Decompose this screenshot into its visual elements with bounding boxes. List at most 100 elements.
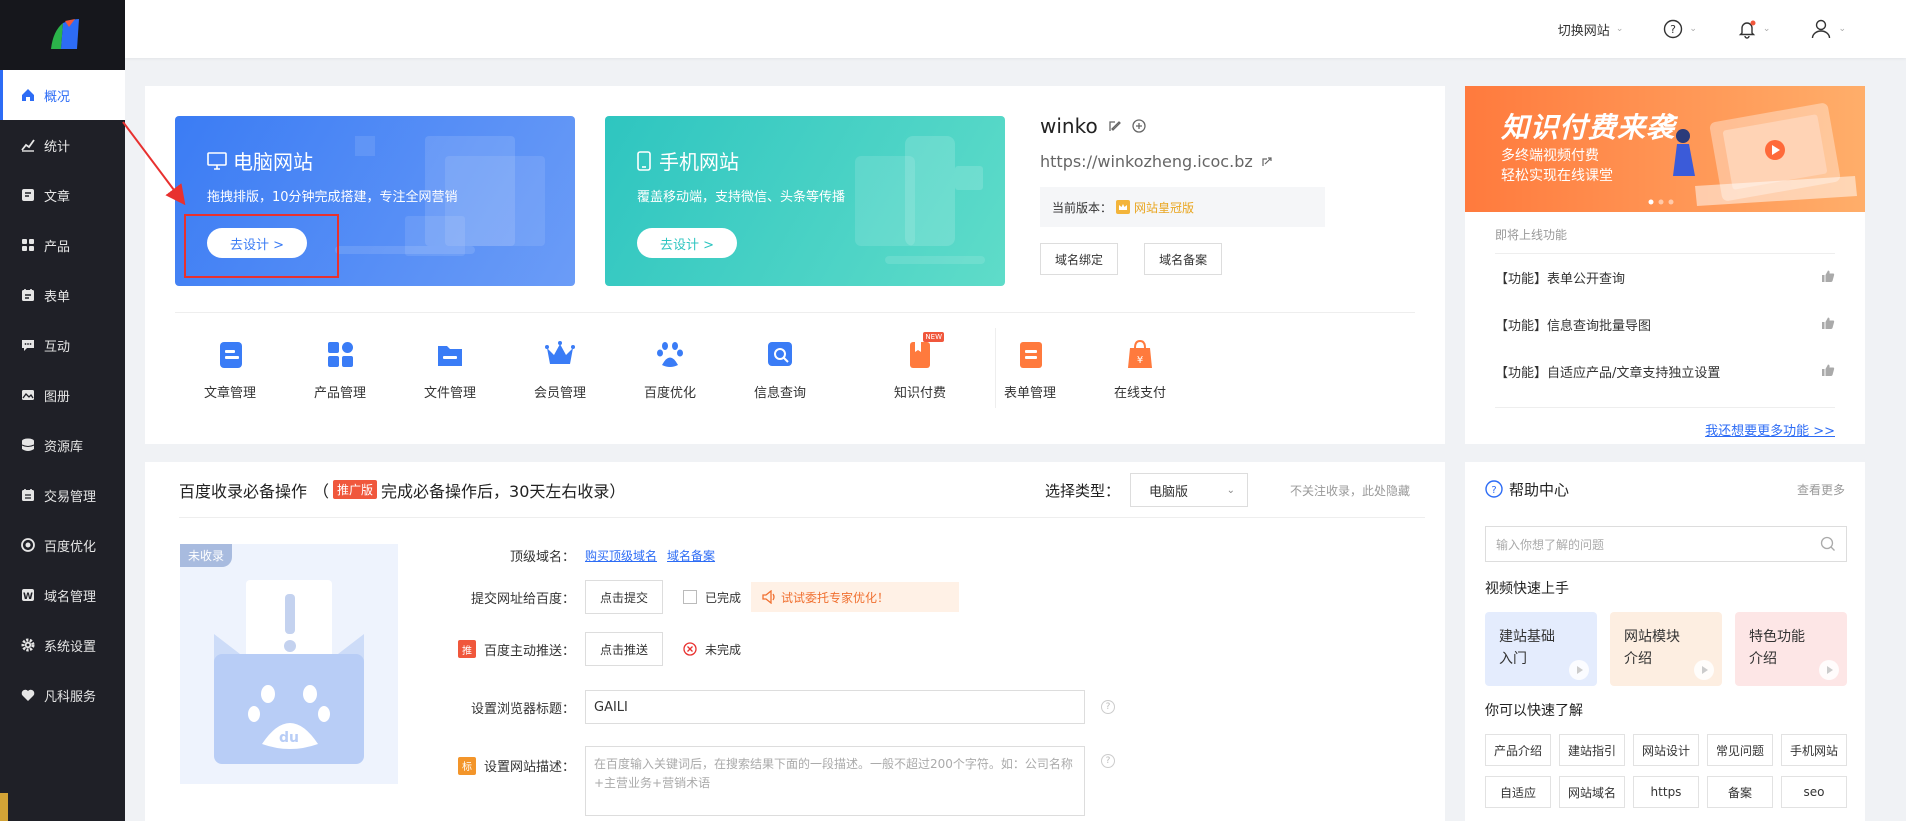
bell-icon — [1738, 20, 1756, 39]
help-search-input[interactable]: 输入你想了解的问题 — [1485, 526, 1847, 562]
play-icon — [1569, 660, 1589, 680]
version-label: 当前版本： — [1052, 200, 1113, 215]
search-icon[interactable] — [1820, 536, 1836, 552]
entrust-expert-banner[interactable]: 试试委托专家优化！ — [751, 582, 960, 612]
site-name: winko — [1040, 114, 1098, 138]
external-link-icon[interactable] — [1261, 156, 1273, 168]
domain-record-button[interactable]: 域名备案 — [1144, 243, 1223, 275]
chevron-down-icon: ⌄ — [1838, 24, 1846, 34]
mobile-banner-desc: 覆盖移动端，支持微信、头条等传播 — [637, 190, 846, 205]
select-type-dropdown[interactable]: 电脑版 ⌄ — [1130, 473, 1248, 507]
chevron-down-icon: ⌄ — [1762, 24, 1771, 34]
help-more-link[interactable]: 查看更多 — [1797, 481, 1845, 498]
new-badge: NEW — [923, 332, 944, 342]
upcoming-item: 【功能】信息查询批量导图 — [1495, 301, 1835, 348]
quick-action-search-doc[interactable]: 信息查询 — [725, 336, 835, 401]
thumbs-up-icon[interactable] — [1821, 269, 1835, 287]
sidebar-item-label: 互动 — [44, 339, 71, 355]
version-box: 当前版本： 网站皇冠版 — [1040, 187, 1325, 227]
help-tag[interactable]: https — [1633, 776, 1699, 808]
help-tag[interactable]: 网站域名 — [1559, 776, 1625, 808]
sidebar-item-domain[interactable]: W 域名管理 — [0, 570, 125, 620]
help-tag[interactable]: 备案 — [1707, 776, 1773, 808]
quick-action-knowledge[interactable]: NEW 知识付费 — [865, 332, 975, 401]
quick-action-folder[interactable]: 文件管理 — [395, 336, 505, 401]
buy-domain-link[interactable]: 购买顶级域名 — [585, 547, 657, 564]
edit-icon[interactable] — [1108, 119, 1122, 133]
quick-action-label: 文章管理 — [203, 386, 256, 401]
quick-action-paw[interactable]: 百度优化 — [615, 336, 725, 401]
quick-action-payment[interactable]: ¥ 在线支付 — [1085, 336, 1195, 401]
help-tag[interactable]: seo — [1781, 776, 1847, 808]
quick-action-form-manage[interactable]: 表单管理 — [975, 336, 1085, 401]
sidebar-item-chat[interactable]: 互动 — [0, 320, 125, 370]
help-tag[interactable]: 常见问题 — [1707, 734, 1773, 766]
site-description-textarea[interactable]: 在百度输入关键词后，在搜索结果下面的一段描述。一般不超过200个字符。如：公司名… — [585, 746, 1085, 816]
help-tag[interactable]: 建站指引 — [1559, 734, 1625, 766]
switch-site-label: 切换网站 — [1557, 23, 1610, 39]
bind-domain-button[interactable]: 域名绑定 — [1040, 243, 1119, 275]
done-checkbox-group[interactable]: 已完成 — [683, 589, 741, 606]
help-tag[interactable]: 产品介绍 — [1485, 734, 1551, 766]
sidebar-item-stats[interactable]: 统计 — [0, 120, 125, 170]
switch-site-dropdown[interactable]: 切换网站 ⌄ — [1558, 20, 1624, 39]
quick-action-label: 百度优化 — [643, 386, 696, 401]
help-tag[interactable]: 网站设计 — [1633, 734, 1699, 766]
baidu-title: 百度收录必备操作 — [179, 481, 308, 501]
trade-icon — [20, 487, 36, 503]
sidebar-item-home[interactable]: 概况 — [0, 70, 125, 120]
done-checkbox[interactable] — [683, 590, 698, 604]
help-icon[interactable]: ? — [1101, 700, 1115, 714]
sidebar-item-product[interactable]: 产品 — [0, 220, 125, 270]
video-card[interactable]: 建站基础 入门 — [1485, 612, 1597, 686]
sidebar-item-database[interactable]: 资源库 — [0, 420, 125, 470]
help-dropdown[interactable]: ? ⌄ — [1663, 19, 1697, 39]
sidebar-item-article[interactable]: 文章 — [0, 170, 125, 220]
upcoming-item-label: 【功能】表单公开查询 — [1495, 272, 1626, 287]
thumbs-up-icon[interactable] — [1821, 363, 1835, 381]
help-tag[interactable]: 自适应 — [1485, 776, 1551, 808]
carousel-dots[interactable] — [1645, 198, 1685, 206]
user-dropdown[interactable]: ⌄ — [1810, 18, 1846, 40]
top-header: 切换网站 ⌄ ? ⌄ ⌄ ⌄ — [125, 0, 1906, 58]
promo-line-2: 轻松实现在线课堂 — [1501, 168, 1613, 184]
sidebar-item-album[interactable]: 图册 — [0, 370, 125, 420]
sidebar-item-trade[interactable]: 交易管理 — [0, 470, 125, 520]
browser-title-row: 设置浏览器标题： GAILI ? — [435, 690, 1115, 724]
sidebar-item-heart[interactable]: 凡科服务 — [0, 670, 125, 720]
svg-text:du: du — [279, 730, 299, 746]
quick-action-label: 在线支付 — [1113, 386, 1166, 401]
promo-line-1: 多终端视频付费 — [1501, 148, 1599, 164]
sidebar-item-label: 图册 — [44, 389, 71, 405]
sidebar-item-gear[interactable]: 系统设置 — [0, 620, 125, 670]
learn-section-title: 你可以快速了解 — [1485, 703, 1583, 719]
knowledge-promo-banner[interactable]: 知识付费来袭 多终端视频付费 轻松实现在线课堂 — [1465, 86, 1865, 212]
submit-url-button[interactable]: 点击提交 — [585, 580, 664, 614]
site-url[interactable]: https://winkozheng.icoc.bz — [1040, 152, 1253, 171]
quick-action-crown[interactable]: 会员管理 — [505, 336, 615, 401]
domain-record-link[interactable]: 域名备案 — [667, 547, 715, 564]
browser-title-input[interactable]: GAILI — [585, 690, 1085, 724]
thumbs-up-icon[interactable] — [1821, 316, 1835, 334]
video-card[interactable]: 网站模块 介绍 — [1610, 612, 1722, 686]
promo-card: 知识付费来袭 多终端视频付费 轻松实现在线课堂 即将上线功能 【功能】表单公开查… — [1465, 86, 1865, 444]
sidebar-bottom-bar — [0, 793, 8, 821]
mobile-design-button[interactable]: 去设计 > — [637, 228, 737, 258]
sidebar-item-label: 统计 — [44, 139, 71, 155]
help-center-card: ? 帮助中心 查看更多 输入你想了解的问题 视频快速上手 建站基础 入门 网站模块介… — [1465, 462, 1865, 821]
logo[interactable] — [0, 0, 125, 70]
mobile-site-banner[interactable]: 手机网站 覆盖移动端，支持微信、头条等传播 去设计 > — [605, 116, 1005, 286]
quick-action-product-manage[interactable]: 产品管理 — [285, 336, 395, 401]
sidebar-item-form[interactable]: 表单 — [0, 270, 125, 320]
more-features-link[interactable]: 我还想要更多功能 >> — [1495, 407, 1835, 439]
hide-indexing-link[interactable]: 不关注收录，此处隐藏 — [1290, 462, 1410, 518]
help-icon[interactable]: ? — [1101, 754, 1115, 768]
sidebar-item-seo[interactable]: 百度优化 — [0, 520, 125, 570]
quick-action-article-manage[interactable]: 文章管理 — [175, 336, 285, 401]
notification-dropdown[interactable]: ⌄ — [1737, 19, 1771, 39]
push-button[interactable]: 点击推送 — [585, 632, 664, 666]
video-card[interactable]: 特色功能 介绍 — [1735, 612, 1847, 686]
help-tag[interactable]: 手机网站 — [1781, 734, 1847, 766]
submit-url-row: 提交网址给百度： 点击提交 已完成 试试委托专家优化！ — [435, 580, 960, 614]
add-circle-icon[interactable] — [1132, 119, 1146, 133]
